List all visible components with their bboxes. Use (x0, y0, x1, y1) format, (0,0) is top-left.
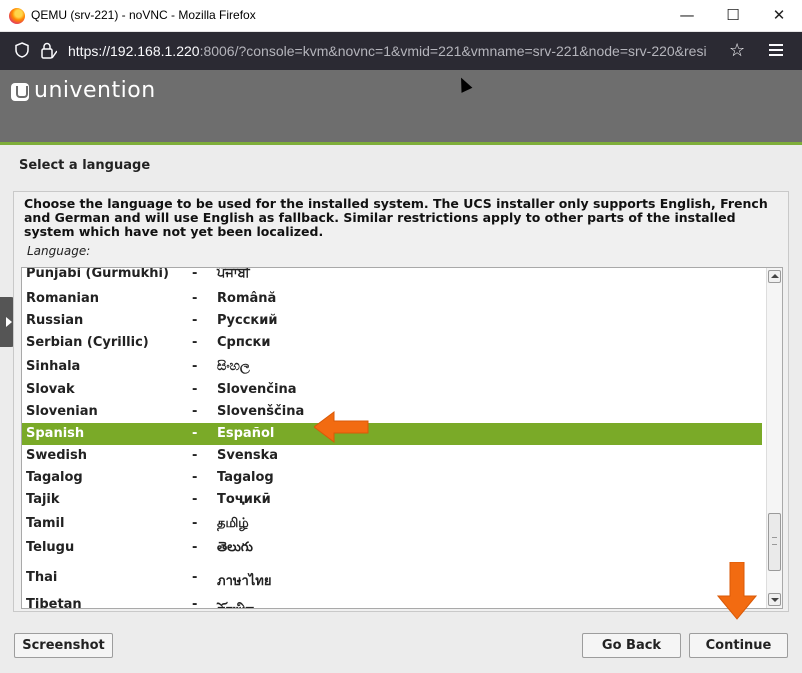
language-row[interactable]: Russian - Русский (22, 310, 762, 332)
maximize-button[interactable]: ☐ (710, 0, 756, 32)
language-separator: - (192, 404, 198, 419)
language-separator: - (192, 359, 198, 374)
installer-header: univention (0, 70, 802, 145)
annotation-arrow-left-icon (314, 411, 369, 443)
scroll-thumb[interactable] (768, 513, 781, 571)
url-field[interactable]: https://192.168.1.220:8006/?console=kvm&… (68, 43, 726, 59)
intro-text: Choose the language to be used for the i… (24, 196, 768, 239)
language-row[interactable]: Serbian (Cyrillic) - Српски (22, 332, 762, 354)
vnc-console[interactable]: univention Select a language Choose the … (0, 70, 802, 673)
annotation-arrow-down-icon (717, 562, 757, 620)
continue-button[interactable]: Continue (689, 633, 788, 658)
language-separator: - (192, 426, 198, 441)
language-native-name: తెలుగు (217, 540, 253, 555)
language-native-name: සිංහල (217, 359, 250, 374)
language-native-name: Тоҷикӣ (217, 492, 271, 507)
language-row[interactable]: Tajik - Тоҷикӣ (22, 489, 762, 511)
language-native-name: Српски (217, 335, 271, 350)
language-native-name: ภาษาไทย (217, 574, 272, 589)
language-separator: - (192, 492, 198, 507)
language-native-name: Slovenčina (217, 382, 297, 397)
language-native-name: ਪੰਜਾਬੀ (217, 267, 250, 281)
url-host: https://192.168.1.220 (68, 43, 200, 59)
go-back-button[interactable]: Go Back (582, 633, 681, 658)
lock-warning-icon[interactable] (41, 42, 57, 59)
language-row[interactable]: Slovenian - Slovenščina (22, 401, 762, 423)
language-row[interactable]: Sinhala - සිංහල (22, 356, 762, 378)
language-english-name: Spanish (26, 426, 85, 441)
language-separator: - (192, 313, 198, 328)
language-separator: - (192, 470, 198, 485)
language-english-name: Thai (26, 570, 58, 585)
tracking-shield-icon[interactable] (15, 42, 29, 58)
language-separator: - (192, 382, 198, 397)
firefox-logo-icon (9, 8, 25, 24)
language-row[interactable]: Telugu - తెలుగు (22, 537, 762, 559)
language-separator: - (192, 267, 198, 281)
language-list-label: Language: (27, 244, 91, 258)
mouse-cursor-icon (455, 75, 473, 93)
language-native-name: Русский (217, 313, 278, 328)
page-title: Select a language (19, 158, 151, 173)
language-native-name: Español (217, 426, 275, 441)
hamburger-menu-icon[interactable] (769, 41, 783, 59)
address-bar-row: https://192.168.1.220:8006/?console=kvm&… (0, 32, 802, 70)
minimize-button[interactable]: — (664, 0, 710, 32)
language-english-name: Punjabi (Gurmukhi) (26, 267, 169, 281)
list-scrollbar[interactable] (766, 268, 782, 608)
language-separator: - (192, 597, 198, 609)
language-english-name: Swedish (26, 448, 87, 463)
language-row[interactable]: Slovak - Slovenčina (22, 379, 762, 401)
language-row[interactable]: Thai - ภาษาไทย (22, 567, 762, 589)
language-native-name: Svenska (217, 448, 279, 463)
language-row[interactable]: Punjabi (Gurmukhi) - ਪੰਜਾਬੀ (22, 267, 762, 285)
language-native-name: Tagalog (217, 470, 274, 485)
screenshot-button[interactable]: Screenshot (14, 633, 113, 658)
language-english-name: Slovak (26, 382, 75, 397)
scroll-up-icon[interactable] (768, 270, 781, 283)
url-path: :8006/?console=kvm&novnc=1&vmid=221&vmna… (199, 43, 707, 59)
window-titlebar: QEMU (srv-221) - noVNC - Mozilla Firefox… (0, 0, 802, 32)
language-native-name: Slovenščina (217, 404, 305, 419)
language-list[interactable]: Punjabi (Gurmukhi) - ਪੰਜਾਬੀ Romanian - Română… (21, 267, 783, 609)
language-english-name: Slovenian (26, 404, 98, 419)
language-separator: - (192, 291, 198, 306)
scroll-down-icon[interactable] (768, 593, 781, 606)
language-separator: - (192, 448, 198, 463)
language-native-name: தமிழ் (217, 516, 249, 531)
language-separator: - (192, 540, 198, 555)
brand-name: univention (34, 78, 156, 103)
close-button[interactable]: ✕ (756, 0, 802, 32)
language-english-name: Sinhala (26, 359, 81, 374)
language-row[interactable]: Tamil - தமிழ் (22, 513, 762, 535)
language-english-name: Tagalog (26, 470, 83, 485)
language-english-name: Serbian (Cyrillic) (26, 335, 149, 350)
language-separator: - (192, 516, 198, 531)
language-separator: - (192, 570, 198, 585)
language-row[interactable]: Swedish - Svenska (22, 445, 762, 467)
language-native-name: བོད་ཡིག (217, 597, 254, 608)
language-english-name: Tamil (26, 516, 65, 531)
language-native-name: Română (217, 291, 277, 306)
language-row[interactable]: Tagalog - Tagalog (22, 467, 762, 489)
univention-logo-icon (11, 83, 29, 101)
language-english-name: Russian (26, 313, 84, 328)
bookmark-star-icon[interactable]: ☆ (729, 40, 745, 61)
language-panel: Choose the language to be used for the i… (13, 191, 789, 612)
language-row[interactable]: Tibetan - བོད་ཡིག (22, 594, 762, 609)
language-row[interactable]: Romanian - Română (22, 288, 762, 310)
language-english-name: Tajik (26, 492, 60, 507)
window-title: QEMU (srv-221) - noVNC - Mozilla Firefox (31, 8, 256, 22)
language-separator: - (192, 335, 198, 350)
language-english-name: Romanian (26, 291, 99, 306)
language-row[interactable]: Spanish - Español (22, 423, 762, 445)
language-english-name: Tibetan (26, 597, 82, 609)
language-english-name: Telugu (26, 540, 75, 555)
